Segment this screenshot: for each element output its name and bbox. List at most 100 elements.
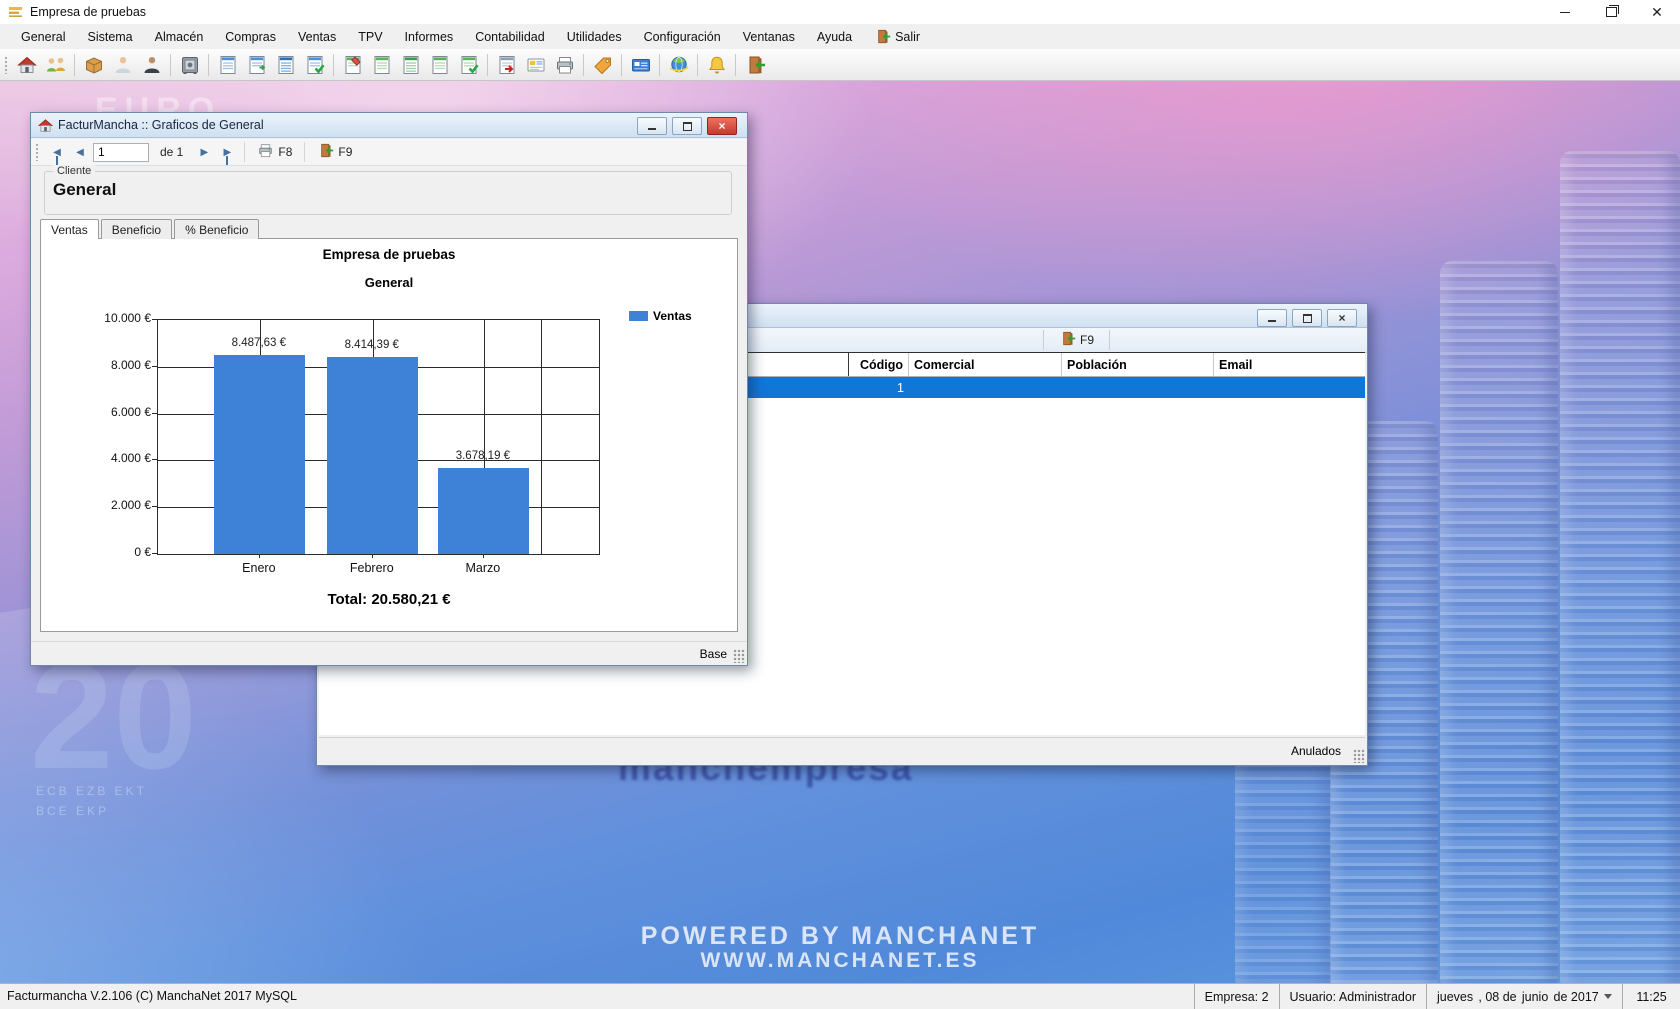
y-tick bbox=[152, 366, 157, 367]
toolbar-separator bbox=[74, 54, 75, 76]
sales-invoice-check-doc-icon[interactable] bbox=[301, 51, 328, 78]
printer-icon[interactable] bbox=[551, 51, 578, 78]
chart-window-restore-button[interactable] bbox=[672, 117, 702, 135]
chart-panel: Empresa de pruebas General Ventas Total:… bbox=[40, 238, 738, 632]
cash-safe-icon[interactable] bbox=[176, 51, 203, 78]
toolbar-separator bbox=[659, 54, 660, 76]
x-axis-label: Enero bbox=[199, 561, 319, 575]
toolbar-separator bbox=[697, 54, 698, 76]
clock-segment: 11:25 bbox=[1622, 984, 1680, 1009]
client-name-value: General bbox=[53, 180, 116, 200]
date-daynum: , 08 de bbox=[1478, 990, 1516, 1004]
clients-group-icon[interactable] bbox=[42, 51, 69, 78]
purchase-edit-doc-icon[interactable] bbox=[339, 51, 366, 78]
ecb-line: ECB EZB EKT bbox=[36, 781, 196, 801]
powered-line2: WWW.MANCHANET.ES bbox=[0, 949, 1680, 973]
menu-item-ventanas[interactable]: Ventanas bbox=[732, 24, 806, 49]
y-axis-label: 4.000 € bbox=[69, 451, 151, 465]
menu-item-almacen[interactable]: Almacén bbox=[144, 24, 215, 49]
products-box-icon[interactable] bbox=[80, 51, 107, 78]
purchase-check-doc-icon[interactable] bbox=[455, 51, 482, 78]
toolbar-separator bbox=[487, 54, 488, 76]
menu-item-tpv[interactable]: TPV bbox=[347, 24, 393, 49]
main-window-titlebar[interactable]: Empresa de pruebas ✕ bbox=[0, 0, 1680, 24]
ecb-line: BCE EKP bbox=[36, 801, 196, 821]
alerts-bell-icon[interactable] bbox=[703, 51, 730, 78]
menu-item-general[interactable]: General bbox=[10, 24, 76, 49]
toolbar-separator bbox=[304, 142, 305, 162]
sales-delivery-doc-icon[interactable] bbox=[272, 51, 299, 78]
column-header-comercial[interactable]: Comercial bbox=[909, 353, 1062, 376]
menu-item-utilidades[interactable]: Utilidades bbox=[556, 24, 633, 49]
main-close-button[interactable]: ✕ bbox=[1634, 0, 1680, 24]
home-icon[interactable] bbox=[13, 51, 40, 78]
menu-item-compras[interactable]: Compras bbox=[214, 24, 287, 49]
app-icon bbox=[8, 5, 24, 19]
base-status-label: Base bbox=[700, 647, 727, 661]
column-header-codigo[interactable]: Código bbox=[849, 353, 909, 376]
tab-beneficio[interactable]: Beneficio bbox=[101, 219, 172, 239]
nav-first-button[interactable]: ◀ bbox=[47, 142, 67, 162]
y-axis-label: 10.000 € bbox=[69, 311, 151, 325]
sales-order-doc-icon[interactable] bbox=[243, 51, 270, 78]
bar-value-label: 8.414,39 € bbox=[312, 339, 432, 351]
contact-person-icon[interactable] bbox=[109, 51, 136, 78]
menu-item-ayuda[interactable]: Ayuda bbox=[806, 24, 863, 49]
nav-next-button[interactable]: ▶ bbox=[194, 142, 214, 162]
date-picker-segment[interactable]: jueves , 08 de junio de 2017 bbox=[1426, 984, 1622, 1009]
agent-person-icon[interactable] bbox=[138, 51, 165, 78]
menu-item-ventas[interactable]: Ventas bbox=[287, 24, 347, 49]
nav-last-button[interactable]: ▶ bbox=[217, 142, 237, 162]
nav-previous-button[interactable]: ◀ bbox=[70, 142, 90, 162]
bar-enero bbox=[214, 355, 305, 554]
list-window-minimize-button[interactable] bbox=[1257, 309, 1287, 327]
menu-item-configuracion[interactable]: Configuración bbox=[633, 24, 732, 49]
column-header-poblacion[interactable]: Población bbox=[1062, 353, 1214, 376]
sales-budget-doc-icon[interactable] bbox=[214, 51, 241, 78]
tab-ventas[interactable]: Ventas bbox=[40, 219, 99, 239]
chart-exit-f9-button[interactable]: F9 bbox=[312, 141, 357, 163]
menu-item-sistema[interactable]: Sistema bbox=[76, 24, 143, 49]
toolbar-grip[interactable] bbox=[35, 143, 40, 161]
export-doc-icon[interactable] bbox=[493, 51, 520, 78]
menu-item-informes[interactable]: Informes bbox=[394, 24, 465, 49]
column-header-email[interactable]: Email bbox=[1214, 353, 1365, 376]
main-minimize-button[interactable] bbox=[1542, 0, 1588, 24]
resize-grip[interactable] bbox=[1353, 749, 1365, 763]
menu-item-salir[interactable]: Salir bbox=[863, 24, 931, 49]
x-axis-label: Febrero bbox=[312, 561, 432, 575]
tab-beneficio[interactable]: % Beneficio bbox=[174, 219, 259, 239]
chart-window-title: FacturMancha :: Graficos de General bbox=[58, 118, 264, 132]
toolbar-separator bbox=[1109, 330, 1110, 350]
web-globe-icon[interactable] bbox=[665, 51, 692, 78]
toolbar-separator bbox=[1043, 330, 1044, 350]
list-window-statusbar: Anulados bbox=[319, 737, 1365, 763]
report-card-icon[interactable] bbox=[522, 51, 549, 78]
anulados-status-label: Anulados bbox=[1291, 744, 1341, 758]
list-window-close-button[interactable]: × bbox=[1327, 309, 1357, 327]
list-exit-f9-button[interactable]: F9 bbox=[1054, 329, 1099, 351]
print-f8-button[interactable]: F8 bbox=[252, 141, 297, 163]
menu-item-contabilidad[interactable]: Contabilidad bbox=[464, 24, 556, 49]
toolbar-grip[interactable] bbox=[4, 56, 9, 74]
main-window-title: Empresa de pruebas bbox=[30, 5, 146, 19]
purchase-invoice-doc-icon[interactable] bbox=[426, 51, 453, 78]
chart-window-minimize-button[interactable] bbox=[637, 117, 667, 135]
exit-door-icon[interactable] bbox=[741, 51, 768, 78]
resize-grip[interactable] bbox=[733, 649, 745, 663]
usuario-status-segment: Usuario: Administrador bbox=[1279, 984, 1426, 1009]
y-axis-label: 6.000 € bbox=[69, 405, 151, 419]
date-dropdown-caret[interactable] bbox=[1604, 994, 1612, 999]
main-restore-button[interactable] bbox=[1588, 0, 1634, 24]
chart-title: Empresa de pruebas bbox=[41, 247, 737, 262]
v-gridline bbox=[541, 320, 542, 554]
coin-stack bbox=[1440, 261, 1558, 983]
purchase-order-doc-icon[interactable] bbox=[368, 51, 395, 78]
record-number-input[interactable] bbox=[93, 143, 149, 162]
exit-door-icon bbox=[1059, 330, 1076, 350]
tags-icon[interactable] bbox=[589, 51, 616, 78]
purchase-delivery-doc-icon[interactable] bbox=[397, 51, 424, 78]
business-card-icon[interactable] bbox=[627, 51, 654, 78]
list-window-maximize-button[interactable] bbox=[1292, 309, 1322, 327]
chart-window-close-button[interactable]: × bbox=[707, 117, 737, 135]
